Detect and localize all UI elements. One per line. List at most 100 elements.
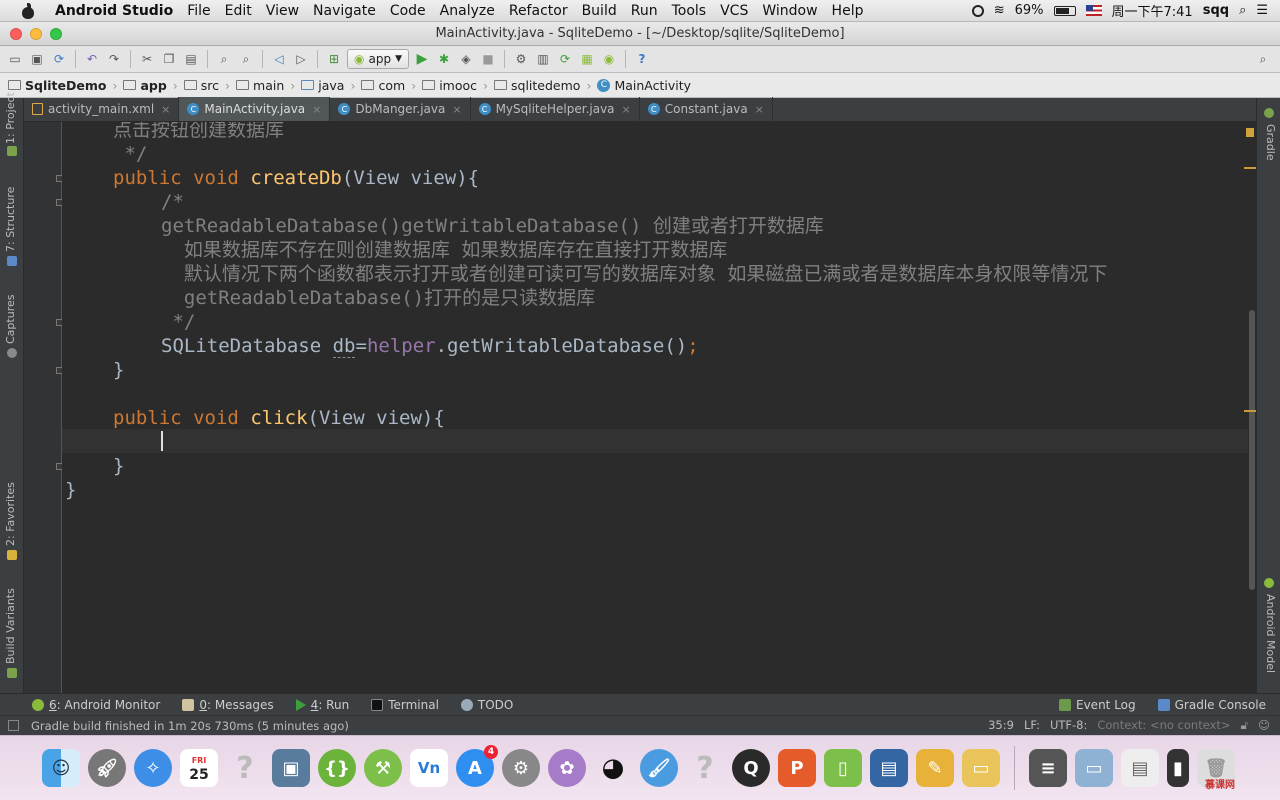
toggle-tool-windows-icon[interactable] xyxy=(8,720,19,731)
downloads-folder-icon[interactable]: ▭ xyxy=(1075,749,1113,787)
tool-messages[interactable]: 0: Messages xyxy=(182,698,274,712)
breadcrumb-com[interactable]: com › xyxy=(361,78,416,93)
tool-structure[interactable]: 7: Structure xyxy=(4,187,17,252)
user-name[interactable]: sqq xyxy=(1203,3,1229,18)
trash-icon[interactable]: 🗑︎ 慕课网 xyxy=(1197,749,1235,791)
breadcrumb-sqlitedemo[interactable]: sqlitedemo › xyxy=(494,78,591,93)
open-folder-icon[interactable]: ▭ xyxy=(6,50,24,68)
back-icon[interactable]: ◁ xyxy=(270,50,288,68)
code-editor[interactable]: 点击按钮创建数据库 */ public void createDb(View v… xyxy=(62,122,1250,693)
tab-activity-main-xml[interactable]: activity_main.xml × xyxy=(24,97,180,121)
document-stack-icon[interactable]: ▤ xyxy=(1121,749,1159,787)
stack-icon[interactable]: ≡ xyxy=(1029,749,1067,787)
notification-center-icon[interactable]: ☰ xyxy=(1256,3,1268,18)
close-icon[interactable]: × xyxy=(312,103,321,116)
search-everywhere-icon[interactable]: ⌕ xyxy=(1254,50,1272,68)
image-capture-icon[interactable]: ▣ xyxy=(272,749,310,787)
launchpad-icon[interactable]: 🚀︎ xyxy=(88,749,126,787)
tool-terminal[interactable]: Terminal xyxy=(371,698,439,712)
tool-event-log[interactable]: Event Log xyxy=(1059,698,1136,712)
battery-percent[interactable]: 69% xyxy=(1015,3,1044,18)
font-book-icon[interactable]: ✎ xyxy=(916,749,954,787)
run-icon[interactable]: ▶ xyxy=(413,50,431,68)
copy-icon[interactable]: ❐ xyxy=(160,50,178,68)
menu-analyze[interactable]: Analyze xyxy=(433,3,502,19)
stop-icon[interactable]: ■ xyxy=(479,50,497,68)
warning-marker[interactable] xyxy=(1244,167,1256,169)
menu-view[interactable]: View xyxy=(259,3,306,19)
inspector-icon[interactable]: ☺ xyxy=(1258,718,1270,733)
close-icon[interactable]: × xyxy=(755,103,764,116)
menu-edit[interactable]: Edit xyxy=(218,3,259,19)
braces-app-icon[interactable]: {} xyxy=(318,749,356,787)
menu-app-name[interactable]: Android Studio xyxy=(48,3,180,19)
lock-icon[interactable]: 🔓︎ xyxy=(1241,718,1248,733)
breadcrumb-mainactivity[interactable]: C MainActivity xyxy=(597,78,691,93)
tool-todo[interactable]: TODO xyxy=(460,698,513,712)
editor-scrollbar[interactable] xyxy=(1248,122,1256,693)
menu-window[interactable]: Window xyxy=(755,3,824,19)
status-message[interactable]: Gradle build finished in 1m 20s 730ms (5… xyxy=(31,719,349,733)
tool-favorites[interactable]: 2: Favorites xyxy=(4,482,17,546)
menu-navigate[interactable]: Navigate xyxy=(306,3,383,19)
undo-icon[interactable]: ↶ xyxy=(83,50,101,68)
context-indicator[interactable]: Context: <no context> xyxy=(1097,718,1230,733)
apple-icon[interactable] xyxy=(20,2,38,19)
debug-icon[interactable]: ✱ xyxy=(435,50,453,68)
tool-android-model[interactable]: Android Model xyxy=(1264,594,1277,673)
redo-icon[interactable]: ↷ xyxy=(105,50,123,68)
replace-icon[interactable]: ⌕ xyxy=(237,50,255,68)
file-encoding[interactable]: UTF-8: xyxy=(1050,718,1087,733)
save-all-icon[interactable]: ▣ xyxy=(28,50,46,68)
editor-gutter[interactable] xyxy=(24,122,62,693)
finder-icon[interactable]: ☺ xyxy=(42,749,80,787)
breadcrumb-imooc[interactable]: imooc › xyxy=(422,78,488,93)
menu-refactor[interactable]: Refactor xyxy=(502,3,575,19)
menu-tools[interactable]: Tools xyxy=(665,3,714,19)
phone-device-icon[interactable]: ▮ xyxy=(1167,749,1189,787)
paintbrush-icon[interactable]: 🖌︎ xyxy=(640,749,678,787)
android-studio-icon[interactable]: ⚒ xyxy=(364,749,402,787)
breadcrumb-java[interactable]: java › xyxy=(301,78,355,93)
qq-icon[interactable]: ◕ xyxy=(594,749,632,787)
line-separator[interactable]: LF: xyxy=(1024,718,1040,733)
wifi-icon[interactable]: ≋ xyxy=(994,3,1005,18)
warning-marker[interactable] xyxy=(1246,128,1254,137)
sync-icon[interactable]: ⟳ xyxy=(50,50,68,68)
menu-file[interactable]: File xyxy=(180,3,217,19)
make-project-icon[interactable]: ⊞ xyxy=(325,50,343,68)
paste-icon[interactable]: ▤ xyxy=(182,50,200,68)
keynote-icon[interactable]: P xyxy=(778,749,816,787)
system-preferences-icon[interactable]: ⚙ xyxy=(502,749,540,787)
phone-icon[interactable]: ▯ xyxy=(824,749,862,787)
close-icon[interactable]: × xyxy=(161,103,170,116)
close-icon[interactable]: × xyxy=(452,103,461,116)
help-icon[interactable]: ? xyxy=(633,50,651,68)
breadcrumb-project[interactable]: SqliteDemo › xyxy=(8,78,117,93)
forward-icon[interactable]: ▷ xyxy=(292,50,310,68)
tool-project[interactable]: 1: Project xyxy=(4,92,17,144)
breadcrumb-src[interactable]: src › xyxy=(183,78,230,93)
tab-mainactivity-java[interactable]: C MainActivity.java × xyxy=(179,97,331,121)
unknown-app-icon[interactable]: ? xyxy=(226,749,264,787)
attach-debugger-icon[interactable]: ◈ xyxy=(457,50,475,68)
tool-run[interactable]: 4: Run xyxy=(295,698,349,712)
photo-app-icon[interactable]: ✿ xyxy=(548,749,586,787)
quicktime-icon[interactable]: Q xyxy=(732,749,770,787)
menu-vcs[interactable]: VCS xyxy=(713,3,755,19)
android-device-monitor-icon[interactable]: ◉ xyxy=(600,50,618,68)
menu-help[interactable]: Help xyxy=(825,3,871,19)
tool-build-variants[interactable]: Build Variants xyxy=(4,588,17,664)
app-store-icon[interactable]: A4 xyxy=(456,745,498,787)
menu-run[interactable]: Run xyxy=(624,3,665,19)
tool-gradle-console[interactable]: Gradle Console xyxy=(1157,698,1266,712)
tool-android-monitor[interactable]: 6: Android Monitor xyxy=(32,698,160,712)
tab-dbmanger-java[interactable]: C DbManger.java × xyxy=(330,97,471,121)
battery-icon[interactable] xyxy=(1053,5,1076,16)
unknown-app-icon[interactable]: ? xyxy=(686,749,724,787)
gradle-sync-icon[interactable]: ⟳ xyxy=(556,50,574,68)
find-icon[interactable]: ⌕ xyxy=(215,50,233,68)
menu-code[interactable]: Code xyxy=(383,3,433,19)
run-config-select[interactable]: ◉ app ▼ xyxy=(347,49,409,69)
scrollbar-thumb[interactable] xyxy=(1249,310,1255,590)
